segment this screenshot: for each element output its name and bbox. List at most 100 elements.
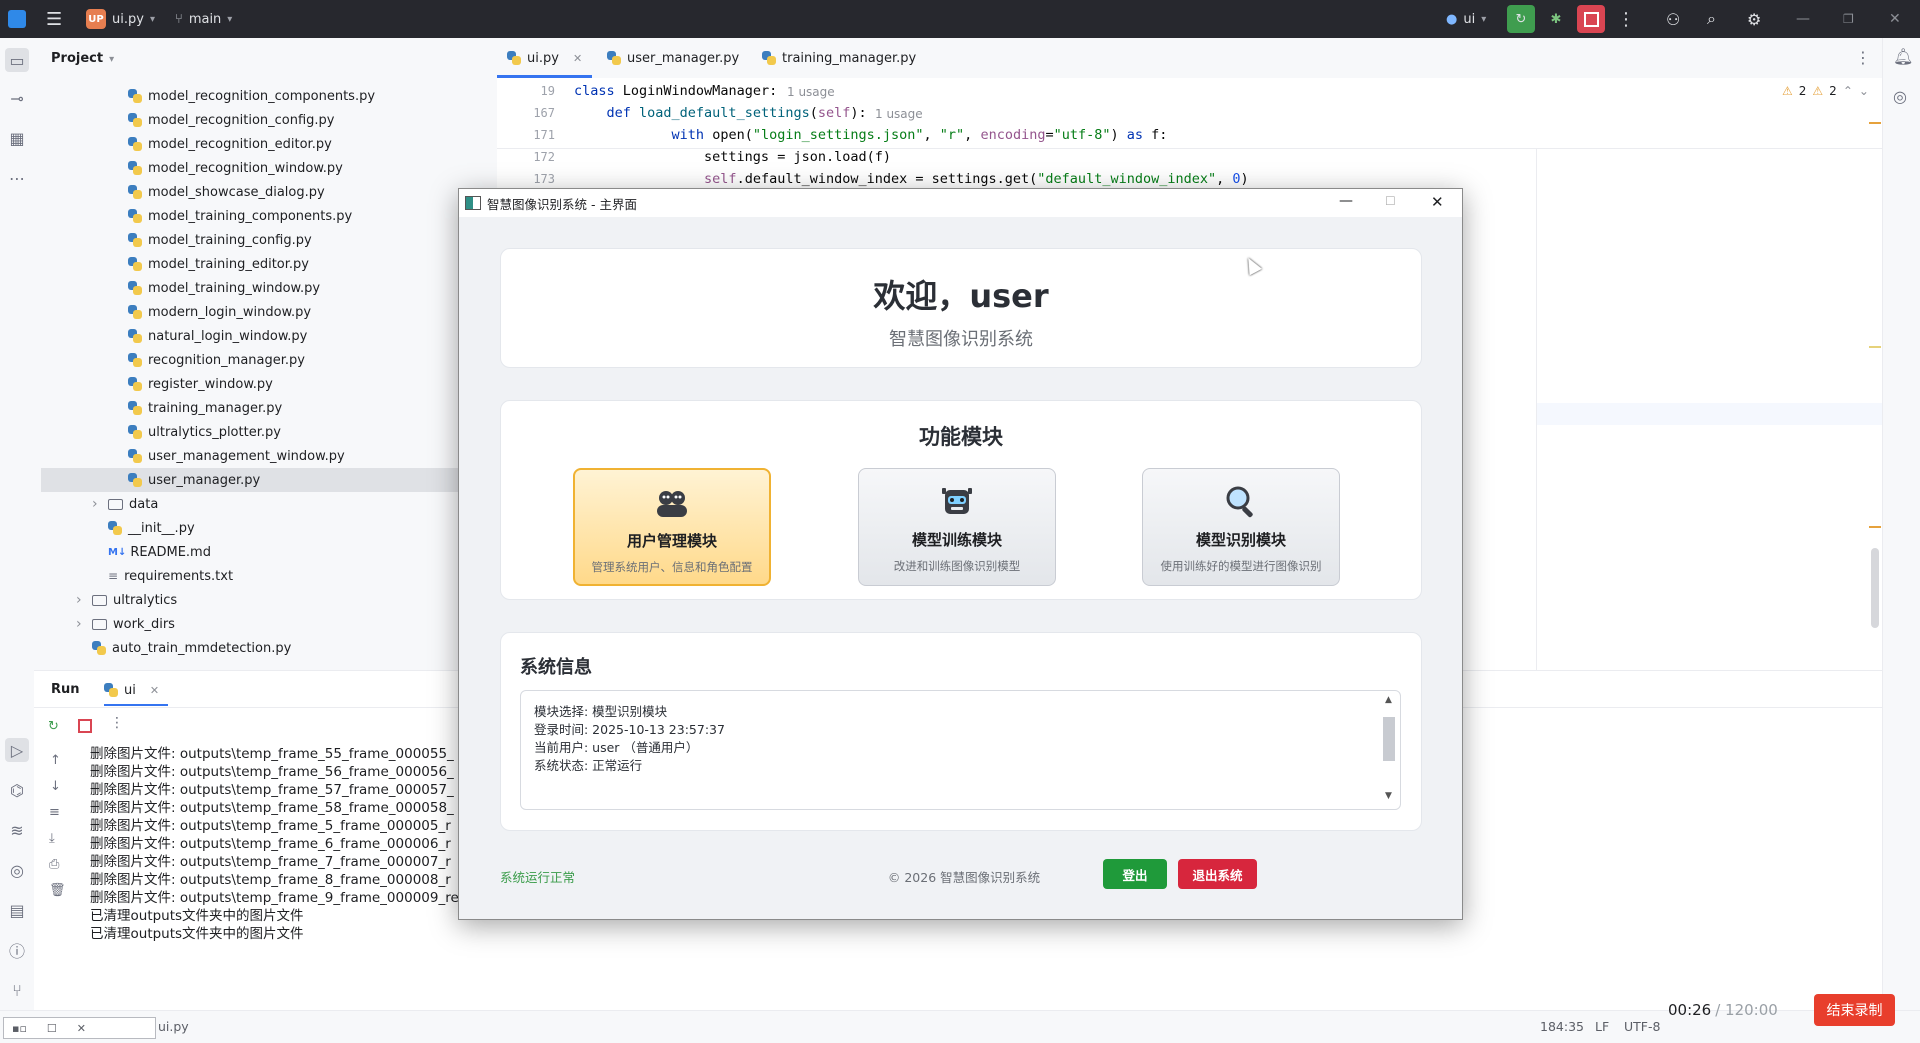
stop-icon[interactable] [78, 719, 92, 733]
more-actions-icon[interactable]: ⋮ [1617, 0, 1635, 38]
project-tree-item[interactable]: › data [92, 492, 158, 516]
project-tree-item[interactable]: model_recognition_components.py [112, 84, 375, 108]
minimized-window-bar[interactable]: ▪▫ ☐ ✕ [3, 1017, 156, 1039]
python-file-icon [128, 425, 142, 439]
project-tree-item[interactable]: › ultralytics [76, 588, 177, 612]
project-tree-item[interactable]: auto_train_mmdetection.py [76, 636, 291, 660]
run-config-selector[interactable]: ● ui ▾ [1446, 0, 1486, 38]
usage-hint[interactable]: 1 usage [875, 107, 923, 121]
more-options-icon[interactable]: ⋮ [110, 715, 124, 731]
rerun-icon[interactable]: ↻ [48, 719, 59, 734]
notifications-icon[interactable]: 🔔︎ [1893, 47, 1913, 66]
problems-icon[interactable]: ⓘ [5, 938, 29, 962]
stop-icon[interactable] [1577, 5, 1605, 33]
project-tree-item[interactable]: modern_login_window.py [112, 300, 311, 324]
python-file-icon [128, 305, 142, 319]
module-model-training[interactable]: 模型训练模块 改进和训练图像识别模型 [858, 468, 1056, 586]
inspection-widget[interactable]: ⚠ 2 ⚠ 2 ⌃ ⌄ [1782, 84, 1869, 98]
scroll-to-end-icon[interactable]: ⤓ [49, 831, 55, 846]
project-tree-item[interactable]: training_manager.py [112, 396, 282, 420]
clear-all-icon[interactable]: 🗑︎ [49, 883, 66, 898]
run-tab[interactable]: ui ✕ [104, 675, 159, 705]
python-file-icon [128, 137, 142, 151]
project-tree-item[interactable]: ≡ requirements.txt [92, 564, 233, 588]
project-tree-item[interactable]: model_training_components.py [112, 204, 352, 228]
chevron-right-icon[interactable]: › [76, 616, 92, 632]
usage-hint[interactable]: 1 usage [787, 85, 835, 99]
services-icon[interactable]: ◎ [5, 858, 29, 882]
project-tree-item-label: README.md [130, 544, 211, 560]
chevron-right-icon[interactable]: › [76, 592, 92, 608]
project-tree-item[interactable]: ultralytics_plotter.py [112, 420, 281, 444]
chevron-right-icon[interactable]: › [92, 496, 108, 512]
search-icon[interactable]: ⌕ [1707, 0, 1716, 38]
project-tree-item[interactable]: recognition_manager.py [112, 348, 305, 372]
project-tree-item[interactable]: model_recognition_editor.py [112, 132, 332, 156]
system-info-log[interactable]: 模块选择: 模型识别模块 登录时间: 2025-10-13 23:57:37 当前用… [520, 690, 1401, 810]
project-tree-item[interactable]: model_recognition_window.py [112, 156, 343, 180]
branch-selector[interactable]: ⑂ main ▾ [175, 0, 232, 38]
scroll-up-icon[interactable]: ↑ [50, 753, 61, 768]
python-console-icon[interactable]: ⌬ [5, 778, 29, 802]
project-tree-item[interactable]: model_training_config.py [112, 228, 312, 252]
main-menu-icon[interactable]: ☰ [46, 0, 62, 38]
settings-gear-icon[interactable]: ⚙ [1747, 0, 1761, 38]
project-tree-item[interactable]: model_training_window.py [112, 276, 320, 300]
project-tree-item[interactable]: model_recognition_config.py [112, 108, 335, 132]
logout-button[interactable]: 登出 [1103, 859, 1167, 889]
git-icon[interactable]: ⑂ [5, 978, 29, 1002]
project-tree-item[interactable]: __init__.py [92, 516, 195, 540]
project-tree-item[interactable]: user_manager.py [41, 468, 497, 492]
close-icon[interactable]: ✕ [77, 1022, 86, 1035]
close-icon[interactable]: ✕ [1889, 0, 1901, 38]
tab-training-manager-py[interactable]: training_manager.py [762, 38, 916, 78]
file-encoding[interactable]: UTF-8 [1624, 1019, 1660, 1034]
print-icon[interactable]: ⎙ [49, 857, 59, 872]
warning-icon: ⚠ [1782, 84, 1793, 98]
tab-user-manager-py[interactable]: user_manager.py [607, 38, 739, 78]
ai-assistant-icon[interactable]: ◎ [1893, 87, 1907, 106]
run-tool-icon[interactable]: ▷ [5, 738, 29, 762]
project-tree-item[interactable]: model_showcase_dialog.py [112, 180, 325, 204]
stop-recording-button[interactable]: 结束录制 [1814, 994, 1895, 1026]
project-folder-icon[interactable]: ▭ [5, 48, 29, 72]
close-icon[interactable]: ✕ [1431, 193, 1444, 211]
debug-icon[interactable]: ✱ [1542, 5, 1570, 33]
commit-icon[interactable]: ⊸ [5, 86, 29, 110]
scroll-down-icon[interactable]: ↓ [50, 779, 61, 794]
minimize-icon[interactable]: — [1339, 193, 1353, 209]
project-tree-item[interactable]: › work_dirs [76, 612, 175, 636]
project-tree-item[interactable]: register_window.py [112, 372, 273, 396]
system-info-scrollbar[interactable]: ▲ ▼ [1382, 695, 1396, 805]
project-selector[interactable]: UP ui.py ▾ [86, 0, 155, 38]
ide-logo-icon[interactable] [8, 0, 26, 38]
module-user-management[interactable]: 用户管理模块 管理系统用户、信息和角色配置 [573, 468, 771, 586]
minimize-icon[interactable]: — [1796, 0, 1810, 38]
project-panel-title[interactable]: Project ▾ [51, 51, 114, 66]
restore-icon[interactable]: ☐ [47, 1022, 57, 1035]
project-tree-item[interactable]: natural_login_window.py [112, 324, 307, 348]
layers-icon[interactable]: ≋ [5, 818, 29, 842]
soft-wrap-icon[interactable]: ≡ [49, 805, 60, 820]
add-user-icon[interactable]: ⚇ [1666, 0, 1680, 38]
terminal-icon[interactable]: ▤ [5, 898, 29, 922]
caret-position[interactable]: 184:35 [1540, 1019, 1584, 1034]
project-tree-item[interactable]: model_training_editor.py [112, 252, 309, 276]
exit-system-button[interactable]: 退出系统 [1178, 859, 1257, 889]
chevron-up-icon[interactable]: ⌃ [1843, 84, 1853, 98]
structure-icon[interactable]: ▦ [5, 126, 29, 150]
line-separator[interactable]: LF [1595, 1019, 1609, 1034]
maximize-icon[interactable]: ❐ [1843, 0, 1854, 38]
module-model-recognition[interactable]: 模型识别模块 使用训练好的模型进行图像识别 [1142, 468, 1340, 586]
breadcrumb-file[interactable]: ui.py [158, 1019, 189, 1034]
tab-ui-py[interactable]: ui.py ✕ [507, 38, 582, 78]
chevron-down-icon[interactable]: ⌄ [1859, 84, 1869, 98]
project-tree-item[interactable]: user_management_window.py [112, 444, 345, 468]
close-tab-icon[interactable]: ✕ [573, 52, 582, 65]
project-tree-item[interactable]: M↓ README.md [92, 540, 211, 564]
close-tab-icon[interactable]: ✕ [150, 684, 159, 697]
tab-options-icon[interactable]: ⋮ [1855, 48, 1871, 67]
rerun-icon[interactable]: ↻ [1507, 5, 1535, 33]
more-tools-icon[interactable]: ⋯ [5, 166, 29, 190]
editor-scrollbar[interactable] [1871, 548, 1879, 628]
